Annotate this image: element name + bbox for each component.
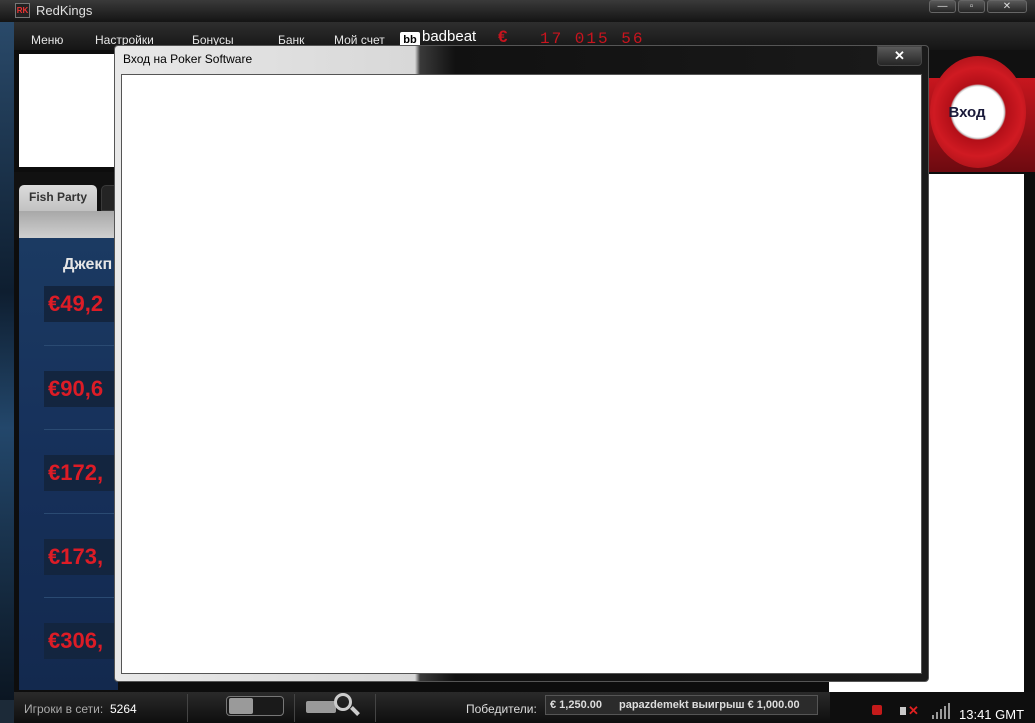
volume-muted-icon[interactable]: ✕ xyxy=(898,703,919,719)
menu-item-menu[interactable]: Меню xyxy=(31,33,63,47)
dialog-content[interactable] xyxy=(121,74,922,674)
jackpot-value: €173, xyxy=(44,539,118,575)
lock-icon[interactable] xyxy=(872,705,882,715)
network-signal-icon[interactable] xyxy=(932,703,950,719)
winners-ticker[interactable]: € 1,250.00 papazdemekt выигрыш € 1,000.0… xyxy=(545,695,818,715)
minimize-button[interactable]: — xyxy=(929,0,956,13)
jackpot-divider xyxy=(44,429,118,430)
title-bar: RK RedKings — ▫ ✕ xyxy=(0,0,1035,22)
player-search-icon[interactable] xyxy=(306,693,364,717)
login-chip-label[interactable]: Вход xyxy=(930,104,1004,121)
winner-amount: € 1,250.00 xyxy=(550,699,602,711)
desktop-background xyxy=(0,20,14,700)
jackpot-title: Джекп xyxy=(63,256,113,273)
status-divider xyxy=(294,694,295,722)
app-logo-icon: RK xyxy=(15,3,30,18)
badbeat-label: badbeat xyxy=(422,28,477,45)
jackpot-divider xyxy=(44,513,118,514)
close-button[interactable]: ✕ xyxy=(987,0,1027,13)
player-list-icon[interactable] xyxy=(226,696,284,716)
jackpot-value: €49,2 xyxy=(44,286,118,322)
status-divider xyxy=(375,694,376,722)
badbeat-euro-icon: € xyxy=(498,27,508,46)
jackpot-value: €90,6 xyxy=(44,371,118,407)
jackpot-divider xyxy=(44,597,118,598)
promo-banner[interactable] xyxy=(19,54,119,167)
tab-body xyxy=(19,211,118,238)
winner-text: papazdemekt выигрыш € 1,000.00 xyxy=(619,699,800,711)
jackpot-divider xyxy=(44,345,118,346)
window-title: RedKings xyxy=(36,3,93,18)
tab-fish-party-label: Fish Party xyxy=(29,190,88,204)
players-online-label: Игроки в сети: xyxy=(24,702,104,716)
status-divider xyxy=(187,694,188,722)
maximize-button[interactable]: ▫ xyxy=(958,0,985,13)
jackpot-value: €172, xyxy=(44,455,118,491)
jackpot-value: €306, xyxy=(44,623,118,659)
app-window: RK RedKings — ▫ ✕ Меню Настройки Бонусы … xyxy=(0,0,1035,723)
login-dialog: Вход на Poker Software ✕ xyxy=(114,45,929,682)
players-online-count: 5264 xyxy=(110,702,137,716)
dialog-title: Вход на Poker Software xyxy=(123,52,253,66)
dialog-close-button[interactable]: ✕ xyxy=(877,46,922,66)
winners-label: Победители: xyxy=(466,702,537,716)
clock-time[interactable]: 13:41 GMT xyxy=(959,707,1024,722)
